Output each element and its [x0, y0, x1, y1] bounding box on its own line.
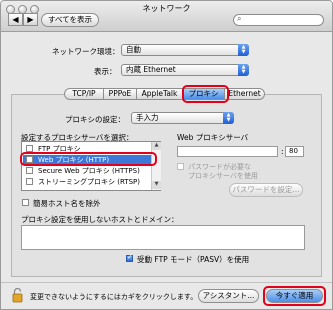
proxy-server-list[interactable]: FTP プロキシ Web プロキシ (HTTP) Secure Web プロキシ… [21, 141, 161, 191]
bypass-hosts-label: プロキシ設定を使用しないホストとドメイン： [21, 215, 179, 224]
title-bar: ネットワーク ◀ ▶ すべてを表示 ⌕ [1, 1, 332, 32]
exclude-simple-hostnames-label: 簡易ホスト名を除外 [33, 199, 101, 208]
search-input[interactable]: ⌕ [233, 14, 324, 26]
footer-divider [1, 282, 332, 283]
proxy-tab-highlight [182, 85, 229, 103]
show-label: 表示： [94, 67, 117, 76]
checkmark-icon: ✓ [127, 253, 133, 261]
proxy-host-field[interactable] [177, 146, 278, 157]
apply-now-highlight [263, 286, 326, 306]
bypass-hosts-field[interactable] [21, 225, 305, 250]
list-item[interactable]: Secure Web プロキシ (HTTPS) [23, 166, 151, 176]
back-button[interactable]: ◀ [8, 13, 23, 26]
location-popup[interactable]: 自動 ▲ ▼ [121, 44, 249, 56]
tab-tcpip[interactable]: TCP/IP [64, 88, 104, 100]
set-password-button[interactable]: パスワードを設定... [229, 183, 303, 197]
list-scrollbar[interactable]: ▲ ▼ [151, 142, 161, 190]
show-all-button[interactable]: すべてを表示 [41, 13, 99, 27]
web-proxy-server-label: Web プロキシサーバ [177, 133, 249, 142]
password-required-label-2: プロキシサーバを使用 [188, 172, 258, 180]
forward-arrow-icon: ▶ [27, 15, 34, 24]
forward-button[interactable]: ▶ [23, 13, 38, 26]
proxy-setting-value: 手入力 [136, 113, 159, 122]
passive-ftp-checkbox[interactable]: ✓ [126, 253, 133, 262]
popup-arrows-icon: ▲ ▼ [238, 64, 249, 76]
scroll-down-icon[interactable]: ▼ [152, 181, 161, 189]
ftp-proxy-checkbox[interactable] [26, 145, 33, 152]
tab-bar: TCP/IP PPPoE AppleTalk プロキシ Ethernet [64, 88, 265, 100]
network-preferences-window: ネットワーク ◀ ▶ すべてを表示 ⌕ ネットワーク環境： 自動 ▲ ▼ 表示： … [0, 0, 333, 310]
streaming-proxy-checkbox[interactable] [26, 178, 33, 185]
location-value: 自動 [126, 45, 141, 54]
exclude-simple-hostnames-checkbox[interactable] [22, 199, 29, 206]
list-item-label: ストリーミングプロキシ (RTSP) [38, 178, 140, 186]
popup-arrows-icon: ▲ ▼ [238, 44, 249, 56]
proxy-setting-label: プロキシの設定： [65, 115, 125, 124]
search-icon: ⌕ [237, 14, 242, 23]
secure-web-proxy-checkbox[interactable] [26, 167, 33, 174]
tab-appletalk[interactable]: AppleTalk [137, 88, 183, 100]
passive-ftp-label: 受動 FTP モード（PASV）を使用 [137, 255, 250, 264]
password-required-checkbox[interactable] [177, 163, 184, 170]
show-value: 内蔵 Ethernet [126, 65, 176, 74]
web-proxy-highlight [20, 152, 157, 166]
back-arrow-icon: ◀ [12, 15, 19, 24]
list-item-label: Secure Web プロキシ (HTTPS) [38, 167, 140, 175]
lock-message: 変更できないようにするにはカギをクリックします。 [30, 293, 198, 301]
scroll-up-icon[interactable]: ▲ [152, 142, 161, 150]
port-separator: : [281, 147, 284, 156]
tab-pppoe[interactable]: PPPoE [104, 88, 137, 100]
list-item[interactable]: ストリーミングプロキシ (RTSP) [23, 177, 151, 187]
proxy-setting-popup[interactable]: 手入力 ▲ ▼ [131, 112, 234, 124]
lock-icon[interactable] [12, 287, 23, 303]
show-popup[interactable]: 内蔵 Ethernet ▲ ▼ [121, 64, 249, 76]
popup-arrows-icon: ▲ ▼ [223, 112, 234, 124]
tab-ethernet[interactable]: Ethernet [225, 88, 265, 100]
proxy-port-field[interactable]: 80 [285, 146, 304, 157]
location-label: ネットワーク環境： [52, 47, 120, 56]
assistant-button[interactable]: アシスタント... [198, 289, 259, 303]
